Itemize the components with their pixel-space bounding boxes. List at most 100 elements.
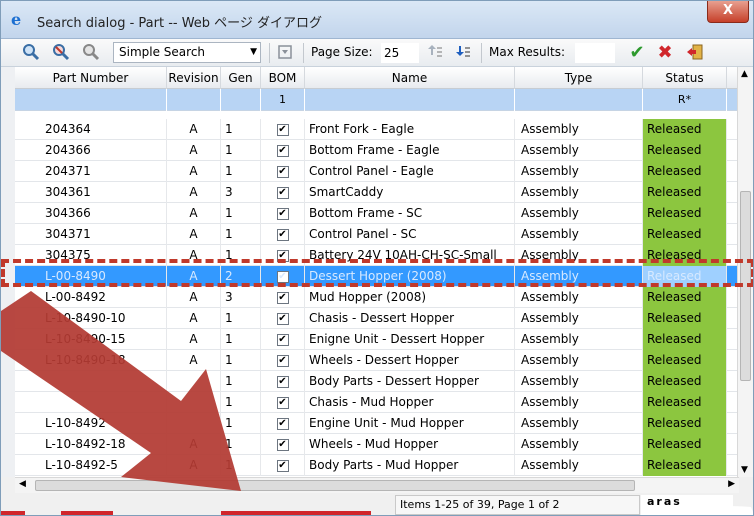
clear-search-icon[interactable] xyxy=(51,43,71,63)
vertical-scrollbar[interactable]: ▲ ▼ xyxy=(737,67,753,477)
type-cell: Assembly xyxy=(515,434,643,455)
table-row[interactable]: 1 ✔ Body Parts - Dessert Hopper Assembly Rel… xyxy=(15,371,739,392)
filter-icon[interactable] xyxy=(275,43,295,63)
close-button[interactable]: X xyxy=(707,1,749,23)
part-number-cell: 304371 xyxy=(15,224,167,245)
filter-part-number[interactable] xyxy=(15,89,167,111)
part-number-cell: L-10-8492-18 xyxy=(15,434,167,455)
filter-revision[interactable] xyxy=(167,89,221,111)
table-row[interactable]: L-10-8490-15 A 1 ✔ Enigne Unit - Dessert Hop… xyxy=(15,329,739,350)
part-number-cell xyxy=(15,392,167,413)
table-row[interactable]: 304361 A 3 ✔ SmartCaddy Assembly Released xyxy=(15,182,739,203)
bom-checkbox[interactable]: ✔ xyxy=(276,165,289,178)
horizontal-scroll-thumb[interactable] xyxy=(35,480,635,491)
table-row[interactable]: L-10-8490-10 A 1 ✔ Chasis - Dessert Hopper As… xyxy=(15,308,739,329)
filter-type[interactable] xyxy=(515,89,643,111)
column-header-type[interactable]: Type xyxy=(515,67,643,89)
table-row[interactable]: 204364 A 1 ✔ Front Fork - Eagle Assembly Relea… xyxy=(15,119,739,140)
name-cell: Wheels - Dessert Hopper xyxy=(305,350,515,371)
toolbar-separator xyxy=(303,43,304,63)
filter-name[interactable] xyxy=(305,89,515,111)
table-row[interactable]: L-00-8490 A 2 ✔ Dessert Hopper (2008) Assembl… xyxy=(15,266,739,287)
bom-checkbox[interactable]: ✔ xyxy=(276,459,289,472)
name-cell: Front Fork - Eagle xyxy=(305,119,515,140)
horizontal-scrollbar[interactable]: ◀ ▶ xyxy=(15,477,739,493)
revision-cell xyxy=(167,413,221,434)
bom-checkbox[interactable]: ✔ xyxy=(276,312,289,325)
gen-cell: 1 xyxy=(221,392,261,413)
cancel-icon[interactable]: ✖ xyxy=(655,43,675,63)
revision-cell: A xyxy=(167,203,221,224)
part-number-cell: L-00-8490 xyxy=(15,266,167,287)
bom-checkbox[interactable]: ✔ xyxy=(276,438,289,451)
status-cell: Released xyxy=(643,203,727,224)
table-row[interactable]: L-10-8492 1 ✔ Engine Unit - Mud Hopper Assem… xyxy=(15,413,739,434)
status-bar: Items 1-25 of 39, Page 1 of 2 aras xyxy=(15,493,739,515)
type-cell: Assembly xyxy=(515,224,643,245)
revision-cell: A xyxy=(167,350,221,371)
name-cell: Engine Unit - Mud Hopper xyxy=(305,413,515,434)
table-row[interactable]: L-10-8492-5 A 1 ✔ Body Parts - Mud Hopper Ass… xyxy=(15,455,739,476)
table-row[interactable]: L-10-8490-18 A 1 ✔ Wheels - Dessert Hopper As… xyxy=(15,350,739,371)
bom-cell: ✔ xyxy=(261,161,305,182)
bom-checkbox[interactable]: ✔ xyxy=(276,186,289,199)
bom-checkbox[interactable]: ✔ xyxy=(276,333,289,346)
search-icon[interactable] xyxy=(21,43,41,63)
bom-checkbox[interactable]: ✔ xyxy=(276,375,289,388)
gen-cell: 1 xyxy=(221,329,261,350)
bom-checkbox[interactable]: ✔ xyxy=(276,123,289,136)
column-header-part-number[interactable]: Part Number xyxy=(15,67,167,89)
gen-cell: 1 xyxy=(221,161,261,182)
filter-bom[interactable]: 1 xyxy=(261,89,305,111)
bom-cell: ✔ xyxy=(261,413,305,434)
bom-checkbox[interactable]: ✔ xyxy=(276,249,289,262)
table-row[interactable]: 304375 A 1 ✔ Battery 24V 10AH-CH-SC-Small Ass… xyxy=(15,245,739,266)
filter-status[interactable]: R* xyxy=(643,89,727,111)
scroll-right-icon[interactable]: ▶ xyxy=(728,479,735,489)
table-row[interactable]: 204371 A 1 ✔ Control Panel - Eagle Assembly Re… xyxy=(15,161,739,182)
bom-cell: ✔ xyxy=(261,455,305,476)
scroll-up-icon[interactable]: ▲ xyxy=(741,69,748,79)
bom-checkbox[interactable]: ✔ xyxy=(276,396,289,409)
table-row[interactable]: 204366 A 1 ✔ Bottom Frame - Eagle Assembly Rel… xyxy=(15,140,739,161)
revision-cell: A xyxy=(167,329,221,350)
table-row[interactable]: L-00-8492 A 3 ✔ Mud Hopper (2008) Assembly Rel… xyxy=(15,287,739,308)
aras-logo: aras xyxy=(641,495,733,515)
column-header-name[interactable]: Name xyxy=(305,67,515,89)
vertical-scroll-thumb[interactable] xyxy=(740,191,751,381)
search-mode-select[interactable]: Simple Search ▼ xyxy=(113,42,261,63)
scroll-down-icon[interactable]: ▼ xyxy=(741,465,748,475)
scroll-left-icon[interactable]: ◀ xyxy=(19,479,26,489)
status-cell: Released xyxy=(643,434,727,455)
page-size-input[interactable]: 25 xyxy=(381,43,419,63)
column-header-status[interactable]: Status xyxy=(643,67,727,89)
table-row[interactable]: L-10-8492-18 A 1 ✔ Wheels - Mud Hopper Assemb… xyxy=(15,434,739,455)
page-down-icon[interactable] xyxy=(453,43,473,63)
max-results-input[interactable] xyxy=(575,43,615,63)
bom-checkbox[interactable]: ✔ xyxy=(276,228,289,241)
bom-checkbox[interactable]: ✔ xyxy=(276,291,289,304)
name-cell: Control Panel - Eagle xyxy=(305,161,515,182)
page-up-icon[interactable] xyxy=(425,43,445,63)
saved-search-icon[interactable] xyxy=(81,43,101,63)
bom-checkbox[interactable]: ✔ xyxy=(276,270,289,283)
column-header-gen[interactable]: Gen xyxy=(221,67,261,89)
table-row[interactable]: 304371 A 1 ✔ Control Panel - SC Assembly Relea… xyxy=(15,224,739,245)
bom-checkbox[interactable]: ✔ xyxy=(276,144,289,157)
bom-checkbox[interactable]: ✔ xyxy=(276,417,289,430)
filter-gen[interactable] xyxy=(221,89,261,111)
check-icon[interactable]: ✔ xyxy=(627,43,647,63)
bom-checkbox[interactable]: ✔ xyxy=(276,207,289,220)
column-header-bom[interactable]: BOM xyxy=(261,67,305,89)
table-row[interactable]: 304366 A 1 ✔ Bottom Frame - SC Assembly Releas… xyxy=(15,203,739,224)
type-cell: Assembly xyxy=(515,182,643,203)
table-row[interactable]: 1 ✔ Chasis - Mud Hopper Assembly Released xyxy=(15,392,739,413)
bom-checkbox[interactable]: ✔ xyxy=(276,354,289,367)
column-header-revision[interactable]: Revision xyxy=(167,67,221,89)
search-dialog-window: e Search dialog - Part -- Web ページ ダイアログ … xyxy=(0,0,754,516)
part-number-cell: 204364 xyxy=(15,119,167,140)
bom-cell: ✔ xyxy=(261,182,305,203)
bom-cell: ✔ xyxy=(261,329,305,350)
exit-door-icon[interactable] xyxy=(685,43,705,63)
bom-cell: ✔ xyxy=(261,434,305,455)
